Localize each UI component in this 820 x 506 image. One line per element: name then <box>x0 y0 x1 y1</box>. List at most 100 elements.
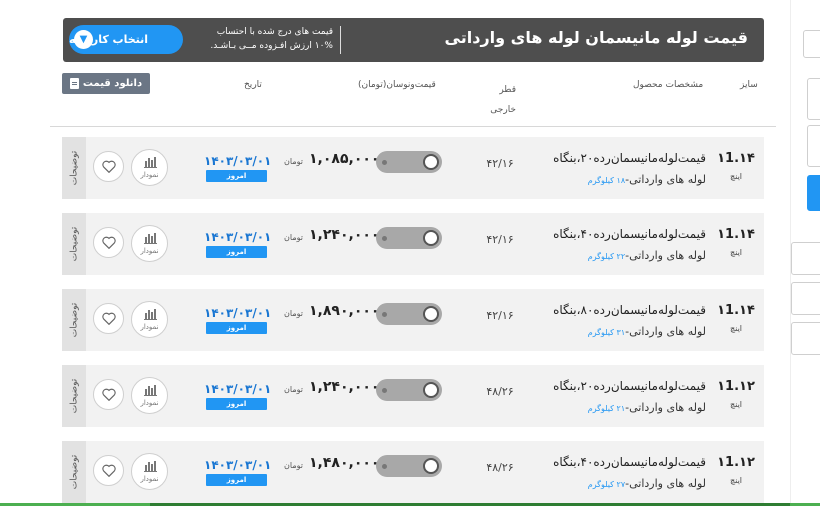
product-category: لوله های وارداتی- <box>625 173 706 186</box>
heart-icon <box>101 312 116 325</box>
vat-notice-line1: قیمت های درج شده با احتساب <box>216 27 333 37</box>
pipe-size: ۱1.۱۴ <box>717 303 755 318</box>
heart-icon <box>101 464 116 477</box>
currency-unit: تومان <box>284 233 303 242</box>
product-category: لوله های وارداتی- <box>625 477 706 490</box>
download-price-button[interactable]: دانلود قیمت <box>62 73 150 94</box>
currency-unit: تومان <box>284 309 303 318</box>
product-name[interactable]: قیمت‌لوله‌مانیسمان‌رده‌۴۰،بنگاه <box>522 455 706 469</box>
download-price-label: دانلود قیمت <box>82 78 143 89</box>
chart-button[interactable]: نمودار <box>131 149 168 186</box>
price-value: ۱,۲۴۰,۰۰۰ <box>309 379 380 395</box>
weight-unit: کیلوگرم <box>587 480 614 489</box>
chart-label: نمودار <box>140 475 159 483</box>
toggle-knob <box>423 458 439 474</box>
product-category: لوله های وارداتی- <box>625 401 706 414</box>
bar-chart-icon <box>144 157 157 168</box>
favorite-button[interactable] <box>93 379 124 410</box>
column-header-date: تاریخ <box>244 80 262 90</box>
description-label: توضیحات <box>69 302 80 338</box>
price-value: ۱,۴۸۰,۰۰۰ <box>309 455 380 471</box>
vat-notice: قیمت های درج شده با احتساب ۱۰% ارزش افـز… <box>203 25 338 53</box>
fluctuation-toggle[interactable] <box>376 455 442 477</box>
currency-unit: تومان <box>284 157 303 166</box>
heart-icon <box>101 160 116 173</box>
price-value: ۱,۸۹۰,۰۰۰ <box>309 303 380 319</box>
size-unit: اینچ <box>729 172 743 181</box>
weight-unit: کیلوگرم <box>587 252 614 261</box>
chart-button[interactable]: نمودار <box>131 301 168 338</box>
toggle-knob <box>423 230 439 246</box>
column-header-price: قیمت‌ونوسان(تومان) <box>358 80 436 90</box>
product-subtitle: لوله های وارداتی-۳۱ کیلوگرم <box>522 325 706 338</box>
product-subtitle: لوله های وارداتی-۱۸ کیلوگرم <box>522 173 706 186</box>
fluctuation-toggle[interactable] <box>376 151 442 173</box>
chart-button[interactable]: نمودار <box>131 377 168 414</box>
favorite-button[interactable] <box>93 455 124 486</box>
description-label: توضیحات <box>69 378 80 414</box>
product-name[interactable]: قیمت‌لوله‌مانیسمان‌رده‌۲۰،بنگاه <box>522 379 706 393</box>
pipe-size: ۱1.۱۴ <box>717 227 755 242</box>
product-weight: ۲۱ کیلوگرم <box>588 404 625 413</box>
product-weight: ۲۷ کیلوگرم <box>588 480 625 489</box>
description-label: توضیحات <box>69 454 80 490</box>
fluctuation-toggle[interactable] <box>376 227 442 249</box>
fluctuation-toggle[interactable] <box>376 303 442 325</box>
today-badge: امروز <box>206 170 267 182</box>
side-field[interactable] <box>807 78 820 120</box>
table-row: توضیحات نمودار ۱۴۰۳/۰۳/۰۱ امروز تومان ۱,… <box>62 137 764 199</box>
product-subtitle: لوله های وارداتی-۲۱ کیلوگرم <box>522 401 706 414</box>
today-badge: امروز <box>206 246 267 258</box>
toggle-knob <box>423 154 439 170</box>
today-badge: امروز <box>206 474 267 486</box>
side-button[interactable] <box>807 175 820 211</box>
chart-button[interactable]: نمودار <box>131 453 168 490</box>
side-input[interactable] <box>803 30 820 58</box>
description-tab[interactable]: توضیحات <box>62 213 86 275</box>
weight-unit: کیلوگرم <box>587 404 614 413</box>
vat-notice-line2: ۱۰% ارزش افـزوده مــی بـاشـد. <box>210 41 333 51</box>
product-name[interactable]: قیمت‌لوله‌مانیسمان‌رده‌۲۰،بنگاه <box>522 151 706 165</box>
price-date: ۱۴۰۳/۰۳/۰۱ <box>204 458 272 472</box>
chart-button[interactable]: نمودار <box>131 225 168 262</box>
size-unit: اینچ <box>729 400 743 409</box>
chart-label: نمودار <box>140 323 159 331</box>
weight-value: ۲۱ <box>616 404 626 413</box>
weight-value: ۲۲ <box>616 252 626 261</box>
weight-value: ۳۱ <box>616 328 626 337</box>
document-icon <box>69 78 79 89</box>
weight-value: ۲۷ <box>616 480 626 489</box>
side-field[interactable] <box>791 242 820 275</box>
pipe-size: ۱1.۱۲ <box>717 455 755 470</box>
fluctuation-toggle[interactable] <box>376 379 442 401</box>
today-badge: امروز <box>206 398 267 410</box>
table-row: توضیحات نمودار ۱۴۰۳/۰۳/۰۱ امروز تومان ۱,… <box>62 289 764 351</box>
product-weight: ۲۲ کیلوگرم <box>588 252 625 261</box>
side-field[interactable] <box>807 125 820 167</box>
side-field[interactable] <box>791 322 820 355</box>
status-dot <box>382 464 387 469</box>
heart-icon <box>101 388 116 401</box>
favorite-button[interactable] <box>93 227 124 258</box>
outer-diameter: ۴۸/۲۶ <box>486 385 514 398</box>
side-field[interactable] <box>791 282 820 315</box>
heart-icon <box>101 236 116 249</box>
product-name[interactable]: قیمت‌لوله‌مانیسمان‌رده‌۸۰،بنگاه <box>522 303 706 317</box>
chart-label: نمودار <box>140 399 159 407</box>
bar-chart-icon <box>144 461 157 472</box>
description-tab[interactable]: توضیحات <box>62 289 86 351</box>
favorite-button[interactable] <box>93 303 124 334</box>
column-header-size: سایز <box>740 80 758 90</box>
select-factory-button[interactable]: انتخاب کارخانه ▼ <box>69 25 183 54</box>
product-name[interactable]: قیمت‌لوله‌مانیسمان‌رده‌۴۰،بنگاه <box>522 227 706 241</box>
price-date: ۱۴۰۳/۰۳/۰۱ <box>204 306 272 320</box>
size-unit: اینچ <box>729 248 743 257</box>
description-tab[interactable]: توضیحات <box>62 441 86 503</box>
size-unit: اینچ <box>729 324 743 333</box>
favorite-button[interactable] <box>93 151 124 182</box>
description-tab[interactable]: توضیحات <box>62 137 86 199</box>
weight-value: ۱۸ <box>616 176 626 185</box>
chart-label: نمودار <box>140 171 159 179</box>
description-label: توضیحات <box>69 226 80 262</box>
description-tab[interactable]: توضیحات <box>62 365 86 427</box>
